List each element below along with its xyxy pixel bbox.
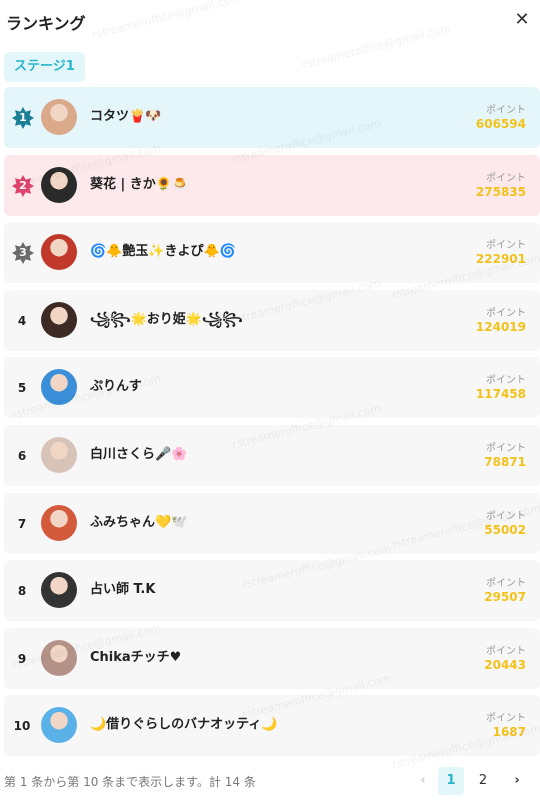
user-name[interactable]: 葵花 | きか🌻🍮 (90, 175, 188, 195)
user-name[interactable]: ふみちゃん💛🕊️ (90, 513, 187, 533)
user-name[interactable]: 白川さくら🎤🌸 (90, 445, 187, 465)
prev-page-icon[interactable]: ‹ (410, 767, 436, 795)
points-label: ポイント (486, 240, 526, 252)
ranking-row[interactable]: 10 🌙借りぐらしのバナオッティ🌙 ポイント 1687 (4, 695, 540, 757)
ranking-row[interactable]: 6 白川さくら🎤🌸 ポイント 78871 (4, 424, 540, 486)
tab-stage-1[interactable]: ステージ1 (4, 52, 85, 82)
ranking-row[interactable]: 1 コタツ🍟🐶 ポイント 606594 (4, 87, 540, 148)
avatar[interactable] (41, 639, 77, 676)
points-value: 275835 (475, 184, 526, 199)
avatar[interactable] (41, 707, 77, 744)
avatar[interactable] (41, 99, 77, 135)
points-label: ポイント (486, 307, 526, 319)
rank-number: 6 (17, 448, 27, 463)
rank-badge-icon: 2 (12, 174, 34, 197)
avatar[interactable] (41, 572, 77, 609)
dialog-header: ランキング ✕ (0, 0, 540, 42)
points-label: ポイント (486, 105, 526, 116)
rank-badge-icon: 3 (12, 242, 34, 265)
points-value: 55002 (484, 522, 526, 537)
ranking-row[interactable]: 3 🌀🐥艶玉✨きよぴ🐥🌀 ポイント 222901 (4, 222, 540, 284)
user-name[interactable]: ꧁꧂🌟おり姫🌟꧁꧂ (90, 310, 243, 330)
rank-number: 8 (17, 584, 27, 599)
rank-number: 1 (19, 111, 27, 124)
user-name[interactable]: 🌙借りぐらしのバナオッティ🌙 (90, 715, 278, 735)
ranking-list: 1 コタツ🍟🐶 ポイント 606594 2 葵花 | きか🌻🍮 ポイント 275835 3 🌀🐥艶… (4, 87, 540, 763)
avatar[interactable] (41, 504, 77, 541)
ranking-row[interactable]: 4 ꧁꧂🌟おり姫🌟꧁꧂ ポイント 124019 (4, 289, 540, 351)
next-page-icon[interactable]: › (504, 767, 530, 795)
user-name[interactable]: Chikaチッチ♥ (90, 648, 181, 668)
ranking-row[interactable]: 7 ふみちゃん💛🕊️ ポイント 55002 (4, 492, 540, 554)
rank-number: 9 (17, 651, 27, 666)
rank-number: 2 (19, 178, 27, 192)
rank-number: 5 (17, 381, 27, 396)
points-value: 1687 (492, 725, 526, 740)
ranking-row[interactable]: 9 Chikaチッチ♥ ポイント 20443 (4, 627, 540, 689)
points-label: ポイント (486, 645, 526, 657)
avatar[interactable] (41, 301, 77, 338)
points-value: 20443 (484, 657, 526, 672)
points-label: ポイント (486, 172, 526, 184)
points-value: 29507 (484, 590, 526, 605)
ranking-row[interactable]: 5 ぷりんす ポイント 117458 (4, 357, 540, 419)
rank-number: 4 (17, 313, 27, 328)
close-icon[interactable]: ✕ (512, 10, 532, 30)
pagination-summary: 第 1 条から第 10 条まで表示します。計 14 条 (4, 775, 256, 789)
page-button-1[interactable]: 1 (438, 767, 464, 795)
rank-number: 10 (13, 719, 31, 734)
points-value: 117458 (475, 387, 526, 402)
points-label: ポイント (486, 713, 526, 725)
avatar[interactable] (41, 369, 77, 406)
avatar[interactable] (41, 166, 77, 203)
user-name[interactable]: コタツ🍟🐶 (90, 107, 161, 127)
page-title: ランキング (6, 14, 86, 33)
points-label: ポイント (486, 510, 526, 522)
user-name[interactable]: 占い師 T.K (90, 580, 155, 600)
rank-number: 3 (19, 246, 27, 260)
page-button-2[interactable]: 2 (470, 767, 496, 795)
points-value: 222901 (475, 252, 526, 267)
ranking-row[interactable]: 8 占い師 T.K ポイント 29507 (4, 560, 540, 622)
user-name[interactable]: ぷりんす (90, 377, 142, 397)
avatar[interactable] (41, 436, 77, 473)
rank-badge-icon: 1 (12, 107, 34, 129)
points-value: 606594 (475, 117, 526, 131)
points-label: ポイント (486, 375, 526, 387)
pagination-footer: 第 1 条から第 10 条まで表示します。計 14 条 ‹ 1 2 › (0, 765, 540, 797)
points-value: 78871 (484, 454, 526, 469)
points-label: ポイント (486, 442, 526, 454)
rank-number: 7 (17, 516, 27, 531)
ranking-row[interactable]: 2 葵花 | きか🌻🍮 ポイント 275835 (4, 154, 540, 216)
points-value: 124019 (475, 319, 526, 334)
points-label: ポイント (486, 578, 526, 590)
avatar[interactable] (41, 234, 77, 271)
user-name[interactable]: 🌀🐥艶玉✨きよぴ🐥🌀 (90, 242, 236, 262)
